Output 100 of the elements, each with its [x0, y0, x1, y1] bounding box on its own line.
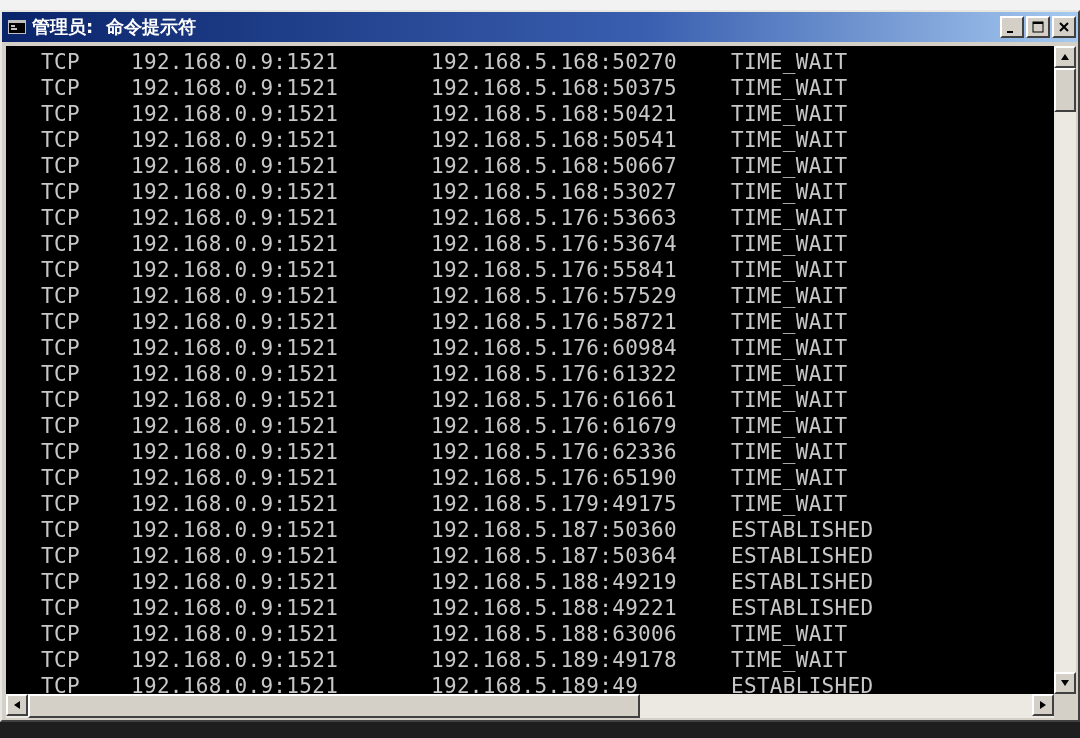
maximize-button[interactable]	[1026, 16, 1050, 38]
state-text: TIME_WAIT	[731, 648, 849, 672]
foreign-address-text: 192.168.5.176:58721	[431, 310, 678, 334]
local-address-text: 192.168.0.9:1521	[131, 258, 340, 282]
state-text: TIME_WAIT	[731, 362, 849, 386]
minimize-icon	[1007, 31, 1013, 33]
state-text: TIME_WAIT	[731, 440, 849, 464]
scroll-up-button[interactable]	[1054, 46, 1076, 68]
protocol-text: TCP	[41, 622, 81, 646]
protocol-text: TCP	[41, 648, 81, 672]
foreign-address-text: 192.168.5.189:49178	[431, 648, 678, 672]
foreign-address-text: 192.168.5.176:61661	[431, 388, 678, 412]
local-address-text: 192.168.0.9:1521	[131, 596, 340, 620]
protocol-text: TCP	[41, 336, 81, 360]
state-text: TIME_WAIT	[731, 258, 849, 282]
state-text: TIME_WAIT	[731, 622, 849, 646]
local-address-text: 192.168.0.9:1521	[131, 128, 340, 152]
minimize-button[interactable]	[1000, 16, 1024, 38]
foreign-address-text: 192.168.5.168:50375	[431, 76, 678, 100]
state-text: TIME_WAIT	[731, 284, 849, 308]
state-text: ESTABLISHED	[731, 518, 875, 542]
horizontal-scrollbar[interactable]	[6, 694, 1054, 718]
local-address-text: 192.168.0.9:1521	[131, 648, 340, 672]
foreign-address-text: 192.168.5.187:50364	[431, 544, 678, 568]
local-address-text: 192.168.0.9:1521	[131, 674, 340, 694]
protocol-text: TCP	[41, 258, 81, 282]
foreign-address-text: 192.168.5.187:50360	[431, 518, 678, 542]
foreign-address-text: 192.168.5.176:61679	[431, 414, 678, 438]
protocol-text: TCP	[41, 76, 81, 100]
local-address-text: 192.168.0.9:1521	[131, 362, 340, 386]
scroll-left-button[interactable]	[6, 694, 28, 716]
state-text: TIME_WAIT	[731, 50, 849, 74]
scroll-thumb[interactable]	[28, 694, 640, 718]
scroll-down-button[interactable]	[1054, 672, 1076, 694]
protocol-text: TCP	[41, 206, 81, 230]
foreign-address-text: 192.168.5.168:50270	[431, 50, 678, 74]
console-icon	[8, 20, 26, 34]
state-text: ESTABLISHED	[731, 544, 875, 568]
window-title: 管理员: 命令提示符	[32, 15, 197, 39]
local-address-text: 192.168.0.9:1521	[131, 570, 340, 594]
protocol-text: TCP	[41, 440, 81, 464]
protocol-text: TCP	[41, 154, 81, 178]
local-address-text: 192.168.0.9:1521	[131, 622, 340, 646]
protocol-text: TCP	[41, 232, 81, 256]
protocol-text: TCP	[41, 674, 81, 694]
local-address-text: 192.168.0.9:1521	[131, 206, 340, 230]
local-address-text: 192.168.0.9:1521	[131, 180, 340, 204]
scroll-thumb[interactable]	[1054, 68, 1076, 112]
state-text: TIME_WAIT	[731, 76, 849, 100]
state-text: ESTABLISHED	[731, 570, 875, 594]
foreign-address-text: 192.168.5.176:55841	[431, 258, 678, 282]
local-address-text: 192.168.0.9:1521	[131, 284, 340, 308]
state-text: TIME_WAIT	[731, 180, 849, 204]
vertical-scrollbar[interactable]	[1054, 46, 1076, 694]
foreign-address-text: 192.168.5.168:50667	[431, 154, 678, 178]
local-address-text: 192.168.0.9:1521	[131, 232, 340, 256]
state-text: TIME_WAIT	[731, 154, 849, 178]
protocol-text: TCP	[41, 102, 81, 126]
foreign-address-text: 192.168.5.168:50421	[431, 102, 678, 126]
local-address-text: 192.168.0.9:1521	[131, 102, 340, 126]
left-arrow-icon	[13, 700, 21, 710]
protocol-text: TCP	[41, 180, 81, 204]
protocol-text: TCP	[41, 414, 81, 438]
up-arrow-icon	[1060, 53, 1070, 61]
foreign-address-text: 192.168.5.188:49219	[431, 570, 678, 594]
local-address-text: 192.168.0.9:1521	[131, 518, 340, 542]
close-icon	[1059, 22, 1069, 32]
state-text: ESTABLISHED	[731, 596, 875, 620]
state-text: TIME_WAIT	[731, 336, 849, 360]
protocol-text: TCP	[41, 544, 81, 568]
state-text: TIME_WAIT	[731, 128, 849, 152]
local-address-text: 192.168.0.9:1521	[131, 154, 340, 178]
protocol-text: TCP	[41, 388, 81, 412]
protocol-text: TCP	[41, 362, 81, 386]
foreign-address-text: 192.168.5.168:53027	[431, 180, 678, 204]
local-address-text: 192.168.0.9:1521	[131, 440, 340, 464]
local-address-text: 192.168.0.9:1521	[131, 466, 340, 490]
state-text: TIME_WAIT	[731, 466, 849, 490]
foreign-address-text: 192.168.5.176:53674	[431, 232, 678, 256]
local-address-text: 192.168.0.9:1521	[131, 414, 340, 438]
scroll-right-button[interactable]	[1032, 694, 1054, 716]
foreign-address-text: 192.168.5.168:50541	[431, 128, 678, 152]
local-address-text: 192.168.0.9:1521	[131, 492, 340, 516]
protocol-text: TCP	[41, 50, 81, 74]
foreign-address-text: 192.168.5.188:63006	[431, 622, 678, 646]
local-address-text: 192.168.0.9:1521	[131, 388, 340, 412]
protocol-text: TCP	[41, 518, 81, 542]
close-button[interactable]	[1052, 16, 1076, 38]
state-text: TIME_WAIT	[731, 388, 849, 412]
state-text: TIME_WAIT	[731, 310, 849, 334]
state-text: TIME_WAIT	[731, 102, 849, 126]
local-address-text: 192.168.0.9:1521	[131, 544, 340, 568]
foreign-address-text: 192.168.5.179:49175	[431, 492, 678, 516]
local-address-text: 192.168.0.9:1521	[131, 310, 340, 334]
protocol-text: TCP	[41, 310, 81, 334]
foreign-address-text: 192.168.5.188:49221	[431, 596, 678, 620]
state-text: TIME_WAIT	[731, 492, 849, 516]
right-arrow-icon	[1039, 700, 1047, 710]
maximize-icon	[1032, 21, 1044, 33]
state-text: TIME_WAIT	[731, 414, 849, 438]
